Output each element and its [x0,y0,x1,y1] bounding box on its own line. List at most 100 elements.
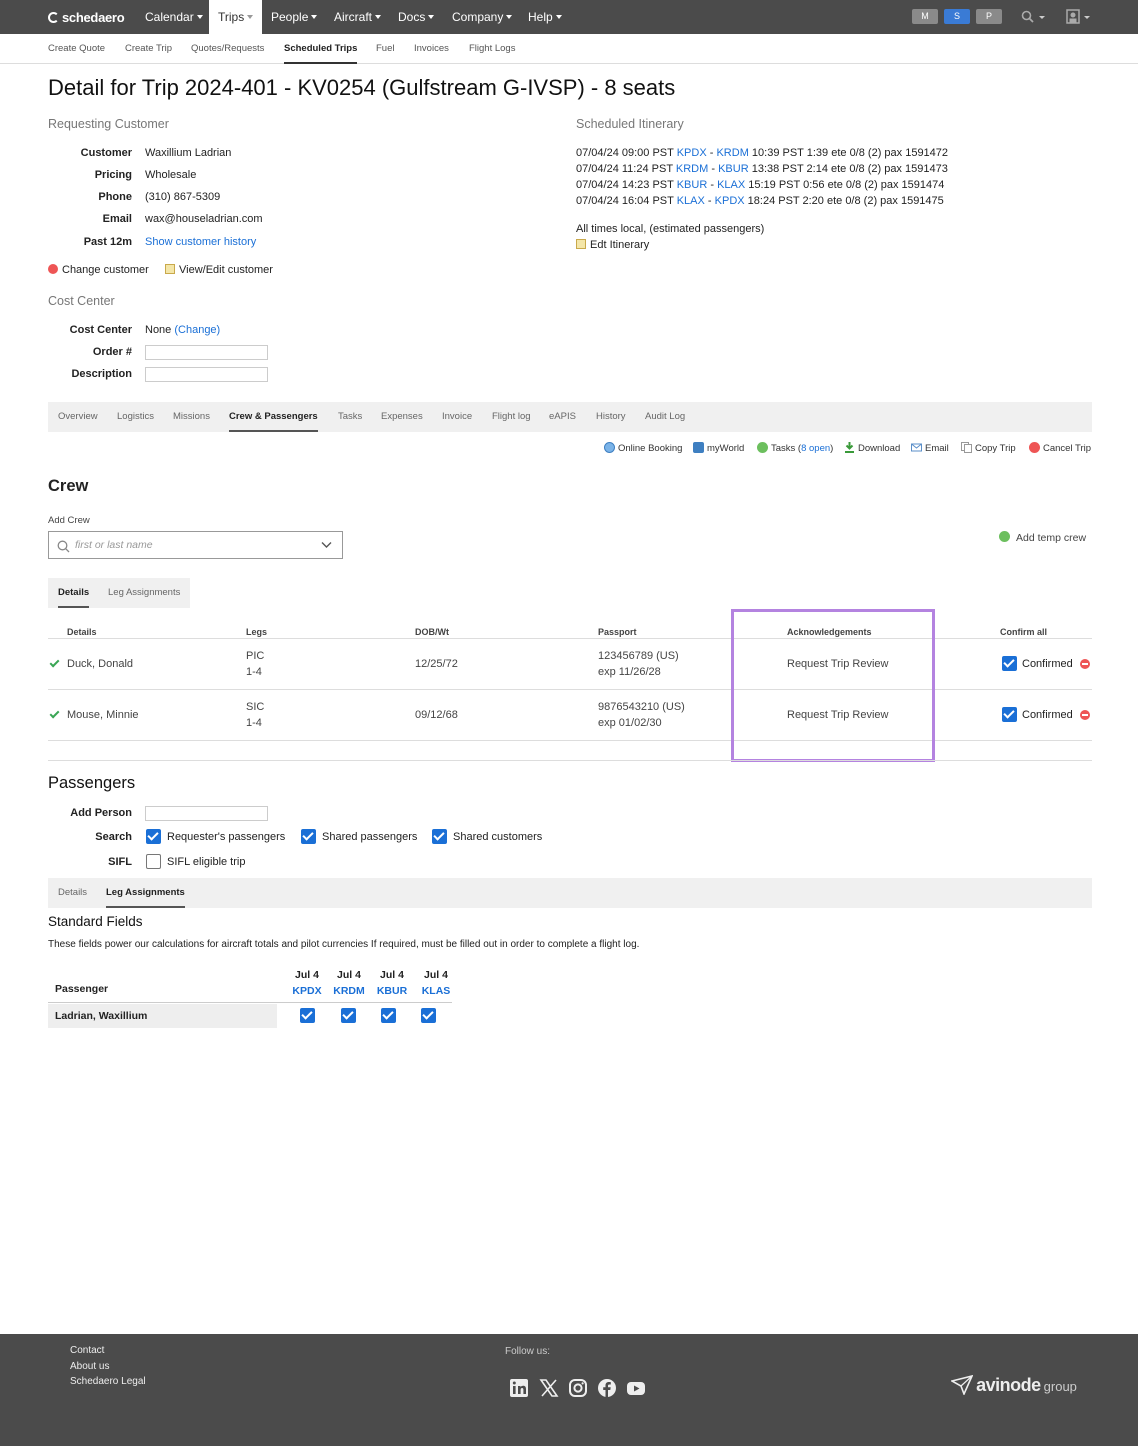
sifl-checkbox[interactable] [146,854,161,869]
online-booking-button[interactable]: Online Booking [604,442,682,454]
linkedin-icon[interactable] [509,1378,529,1398]
phone-label: Phone [98,191,132,203]
env-button-s[interactable]: S [944,9,970,24]
crew-search-input[interactable]: first or last name [48,531,343,559]
description-input[interactable] [145,367,268,382]
person-icon [693,442,704,453]
leg-assignment-checkbox[interactable] [300,1008,315,1023]
nav-docs[interactable]: Docs [398,0,435,34]
requesters-passengers-checkbox[interactable] [146,829,161,844]
change-customer-button[interactable]: Change customer [48,264,149,276]
leg-airport-link[interactable]: KRDM [332,983,366,999]
facebook-icon[interactable] [597,1378,617,1398]
sifl-label: SIFL [108,856,132,868]
subnav-create-trip[interactable]: Create Trip [125,34,172,64]
footer-about-link[interactable]: About us [70,1361,109,1372]
myworld-button[interactable]: myWorld [693,442,744,454]
x-icon[interactable] [539,1378,559,1398]
confirm-all-link[interactable]: Confirm all [1000,627,1047,637]
chevron-down-icon[interactable] [321,541,332,549]
leg-assignment-checkbox[interactable] [381,1008,396,1023]
subnav-quotes-requests[interactable]: Quotes/Requests [191,34,264,64]
caret-down-icon [428,15,435,19]
remove-crew-icon[interactable] [1080,710,1090,720]
cancel-trip-button[interactable]: Cancel Trip [1029,442,1091,454]
tab-invoice[interactable]: Invoice [442,402,472,432]
nav-calendar[interactable]: Calendar [145,0,203,34]
search-icon[interactable] [1021,10,1047,24]
leg-airport-link[interactable]: KPDX [291,983,323,999]
tab-missions[interactable]: Missions [173,402,210,432]
caret-down-icon [555,15,562,19]
tab-logistics[interactable]: Logistics [117,402,154,432]
instagram-icon[interactable] [568,1378,588,1398]
user-menu-icon[interactable] [1066,9,1092,24]
nav-trips[interactable]: Trips [209,0,263,34]
shared-passengers-checkbox[interactable] [301,829,316,844]
shared-customers-checkbox[interactable] [432,829,447,844]
tab-overview[interactable]: Overview [58,402,98,432]
change-cost-center-link[interactable]: (Change) [174,324,220,336]
leg-airport-link[interactable]: KBUR [375,983,409,999]
itinerary-leg: 07/04/24 11:24 PST KRDM - KBUR 13:38 PST… [576,163,948,175]
crew-tab-details[interactable]: Details [58,578,90,608]
shared-customers-label: Shared customers [453,831,543,843]
footer-contact-link[interactable]: Contact [70,1345,104,1356]
passenger-tab-leg-assignments[interactable]: Leg Assignments [106,878,185,908]
show-customer-history-link[interactable]: Show customer history [145,236,256,248]
email-button[interactable]: Email [911,442,949,454]
tab-tasks[interactable]: Tasks [338,402,362,432]
crew-tab-leg-assignments[interactable]: Leg Assignments [108,578,180,608]
leg-assignment-checkbox[interactable] [421,1008,436,1023]
leg-airport-link[interactable]: KLAS [419,983,453,999]
airport-link[interactable]: KPDX [715,195,745,207]
edit-icon [165,264,175,274]
nav-help[interactable]: Help [528,0,562,34]
col-passport: Passport [598,627,637,637]
confirmed-label: Confirmed [1022,658,1073,670]
subnav-invoices[interactable]: Invoices [414,34,449,64]
tab-crew-passengers[interactable]: Crew & Passengers [229,402,318,432]
confirm-checkbox[interactable] [1002,707,1017,722]
edit-itinerary-button[interactable]: Edt Itinerary [576,239,649,251]
airport-link[interactable]: KRDM [716,147,748,159]
env-button-p[interactable]: P [976,9,1002,24]
remove-crew-icon[interactable] [1080,659,1090,669]
copy-trip-button[interactable]: Copy Trip [961,442,1016,454]
footer-legal-link[interactable]: Schedaero Legal [70,1376,146,1387]
add-person-input[interactable] [145,806,268,821]
order-number-input[interactable] [145,345,268,360]
subnav-fuel[interactable]: Fuel [376,34,394,64]
view-edit-customer-button[interactable]: View/Edit customer [165,264,273,276]
confirm-checkbox[interactable] [1002,656,1017,671]
youtube-icon[interactable] [626,1378,646,1398]
airport-link[interactable]: KRDM [676,163,708,175]
tab-audit-log[interactable]: Audit Log [645,402,685,432]
nav-people[interactable]: People [271,0,318,34]
leg-assignment-checkbox[interactable] [341,1008,356,1023]
crew-name-link[interactable]: Duck, Donald [67,656,133,672]
airport-link[interactable]: KLAX [677,195,705,207]
subnav-scheduled-trips[interactable]: Scheduled Trips [284,34,358,64]
nav-company[interactable]: Company [452,0,513,34]
tab-eapis[interactable]: eAPIS [549,402,576,432]
download-button[interactable]: Download [844,442,900,454]
airport-link[interactable]: KLAX [717,179,745,191]
subnav-create-quote[interactable]: Create Quote [48,34,105,64]
airport-link[interactable]: KPDX [677,147,707,159]
tasks-button[interactable]: Tasks (8 open) [757,442,833,454]
passenger-tab-details[interactable]: Details [58,878,87,908]
tab-flight-log[interactable]: Flight log [492,402,531,432]
nav-aircraft[interactable]: Aircraft [334,0,382,34]
tab-history[interactable]: History [596,402,626,432]
airport-link[interactable]: KBUR [718,163,749,175]
add-temp-crew-button[interactable]: Add temp crew [999,531,1086,544]
tab-expenses[interactable]: Expenses [381,402,423,432]
env-button-m[interactable]: M [912,9,938,24]
crew-name-link[interactable]: Mouse, Minnie [67,707,139,723]
logo-icon [48,12,59,23]
brand-logo[interactable]: schedaero [48,10,125,25]
confirmed-check-icon [49,708,60,719]
airport-link[interactable]: KBUR [677,179,708,191]
subnav-flight-logs[interactable]: Flight Logs [469,34,515,64]
